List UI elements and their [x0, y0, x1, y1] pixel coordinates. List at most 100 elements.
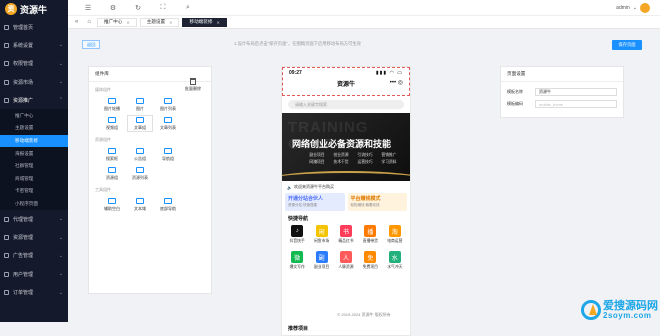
- sidebar-item-resource[interactable]: 资源管理 ⌄: [0, 229, 68, 247]
- sidebar: 资 资源牛 管理首页 系统设置 ⌄ 权限管理 ⌄ 资源市场 ⌄ 资源推广 ⌃ 推广中心 …: [0, 0, 68, 322]
- tab-bar: « ⌂ 推广中心 ✕ 主题设置 ✕ 移动端装修 ✕: [68, 16, 660, 29]
- tab-label: 推广中心: [103, 19, 123, 24]
- sidebar-item-promotion[interactable]: 资源推广 ⌃: [0, 91, 68, 109]
- close-icon[interactable]: ✕: [216, 20, 219, 25]
- quick-nav-item[interactable]: 副副业项目: [309, 251, 333, 277]
- component-label: 搜索框: [106, 155, 118, 161]
- quick-nav-item[interactable]: 水水气冲天: [383, 251, 407, 277]
- home-icon[interactable]: ⌂: [84, 19, 94, 25]
- taobao-icon: 淘: [388, 225, 401, 237]
- user-menu[interactable]: admin ⌄: [616, 3, 650, 13]
- settings-icon[interactable]: ⚙: [109, 4, 117, 12]
- chevron-down-icon: ⌄: [58, 42, 63, 49]
- refresh-icon[interactable]: ↻: [134, 4, 142, 12]
- sidebar-item-users[interactable]: 用户管理 ⌄: [0, 265, 68, 283]
- sidebar-item-label: 订单管理: [13, 290, 34, 297]
- sidebar-item-system[interactable]: 系统设置 ⌄: [0, 36, 68, 54]
- sidebar-item-ads[interactable]: 广告管理 ⌄: [0, 247, 68, 265]
- watermark-line1: 爱搜源码网: [603, 299, 658, 312]
- component-resource[interactable]: 资源组: [99, 165, 125, 182]
- component-textarea[interactable]: 文本域: [127, 196, 153, 213]
- quick-nav-grid: ♪ 抖音快手 闲闲鱼市场 书精品红书 播直播带货 淘电商运营 微爆文写作 副副业项…: [285, 225, 407, 277]
- quick-nav-label: 抖音快手: [289, 239, 305, 243]
- nav-icon: [164, 147, 172, 154]
- tab-theme[interactable]: 主题设置 ✕: [139, 17, 180, 27]
- component-article-list[interactable]: 文章列表: [155, 115, 181, 132]
- component-notice[interactable]: 公告组: [127, 146, 153, 163]
- phone-header[interactable]: 09:27 ▮▮▮ ◠ ▭ 资源牛 ••• ◎: [282, 67, 410, 96]
- template-name-input[interactable]: 资源牛: [535, 88, 617, 96]
- tabs-scroll-left-icon[interactable]: «: [72, 19, 81, 25]
- promo-sub: 资源分站 快速搭建: [288, 203, 317, 207]
- sidebar-subitem-poster[interactable]: 海报设置: [0, 147, 68, 160]
- promo-card[interactable]: 平台赚钱模式 轻松赚钱 躺着收钱: [347, 193, 407, 211]
- phone-banner[interactable]: TRAINING COURSE 网络创业必备资源和技能 副业项目 创业资源 引流…: [282, 113, 410, 181]
- component-video[interactable]: 视频组: [99, 115, 125, 132]
- close-icon[interactable]: ✕: [169, 20, 172, 25]
- fullscreen-icon[interactable]: ⛶: [159, 4, 167, 12]
- status-icons: ▮▮▮ ◠ ▭: [375, 70, 403, 76]
- media-components: 图片轮播 图片 图片列表 视频组 文章组 文章列表: [99, 96, 211, 132]
- component-label: 文章组: [134, 124, 146, 130]
- template-code-input[interactable]: mobile_home: [535, 100, 617, 108]
- toolbar: 返回 1.设计布局后点击"保存页面"，在图稿页面下启用移动布局方可生效 保存页面: [82, 39, 648, 51]
- sidebar-subitem-theme[interactable]: 主题设置: [0, 122, 68, 135]
- component-image-list[interactable]: 图片列表: [155, 96, 181, 113]
- sidebar-item-market[interactable]: 资源市场 ⌄: [0, 73, 68, 91]
- component-label: 辅助空白: [104, 205, 120, 211]
- promo-card[interactable]: 开通分站合伙人 资源分站 快速搭建: [285, 193, 345, 211]
- sidebar-subitem-mobile-decor[interactable]: 移动端装修: [0, 134, 68, 148]
- app-logo[interactable]: 资 资源牛: [0, 0, 68, 18]
- avatar: [640, 3, 650, 13]
- quick-nav-item[interactable]: 书精品红书: [334, 225, 358, 251]
- component-resource-list[interactable]: 资源列表: [127, 165, 153, 182]
- quick-nav-label: 爆文写作: [289, 265, 305, 269]
- sidebar-item-label: 资源管理: [13, 235, 34, 242]
- notice-icon: [136, 147, 144, 154]
- component-article[interactable]: 文章组: [127, 115, 153, 132]
- quick-nav-item[interactable]: 播直播带货: [358, 225, 382, 251]
- sidebar-subitem-card[interactable]: 卡密管理: [0, 185, 68, 198]
- resource-list-icon: [136, 166, 144, 173]
- sidebar-subitem-miniapp[interactable]: 小程序页面: [0, 197, 68, 211]
- watermark-line2: 2soym.com: [603, 310, 652, 320]
- back-button[interactable]: 返回: [82, 40, 101, 49]
- tab-mobile-decor[interactable]: 移动端装修 ✕: [182, 17, 227, 27]
- hint-text: 1.设计布局后点击"保存页面"，在图稿页面下启用移动布局方可生效: [234, 41, 361, 46]
- setting-label: 模板编码: [507, 101, 523, 106]
- quick-nav-item[interactable]: 人人脉资源: [334, 251, 358, 277]
- component-image[interactable]: 图片: [127, 96, 153, 113]
- sidebar-item-home[interactable]: 管理首页: [0, 18, 68, 36]
- phone-search-input[interactable]: 请输入关键字搜索: [288, 100, 404, 109]
- quick-nav-item[interactable]: 微爆文写作: [285, 251, 309, 277]
- search-icon[interactable]: ⌕: [184, 4, 192, 12]
- wechat-icon: 微: [291, 251, 304, 263]
- component-spacer[interactable]: 辅助空白: [99, 196, 125, 213]
- tab-promo-center[interactable]: 推广中心 ✕: [96, 17, 137, 27]
- component-carousel[interactable]: 图片轮播: [99, 96, 125, 113]
- phone-notice[interactable]: 🔈 欢迎来资源牛平台购买: [282, 183, 410, 191]
- sidebar-item-permission[interactable]: 权限管理 ⌄: [0, 55, 68, 73]
- batch-delete-label: 批量删除: [185, 86, 201, 91]
- sidebar-subitem-community[interactable]: 社群管理: [0, 159, 68, 173]
- spacer-icon: [108, 197, 116, 204]
- save-page-button[interactable]: 保存页面: [612, 40, 642, 50]
- sidebar-item-orders[interactable]: 订单管理 ⌄: [0, 283, 68, 301]
- quick-nav-item[interactable]: 淘电商运营: [383, 225, 407, 251]
- sidebar-subitem-mall[interactable]: 商城管理: [0, 172, 68, 186]
- order-icon: [4, 290, 9, 296]
- component-search[interactable]: 搜索框: [99, 146, 125, 163]
- group-title: 资源组件: [95, 137, 111, 142]
- component-bottom-nav[interactable]: 底部导航: [155, 196, 181, 213]
- close-icon[interactable]: ✕: [126, 20, 129, 25]
- chevron-down-icon: ⌄: [58, 234, 63, 241]
- batch-delete-button[interactable]: 批量删除: [185, 78, 201, 92]
- menu-toggle-icon[interactable]: ☰: [84, 4, 92, 12]
- sidebar-subitem-promo-center[interactable]: 推广中心: [0, 109, 68, 123]
- quick-nav-item[interactable]: ♪ 抖音快手: [285, 225, 309, 251]
- sidebar-item-agent[interactable]: 代理管理 ⌄: [0, 210, 68, 228]
- component-nav[interactable]: 导航组: [155, 146, 181, 163]
- search-icon: [108, 147, 116, 154]
- quick-nav-item[interactable]: 闲闲鱼市场: [309, 225, 333, 251]
- quick-nav-item[interactable]: 免免费项目: [358, 251, 382, 277]
